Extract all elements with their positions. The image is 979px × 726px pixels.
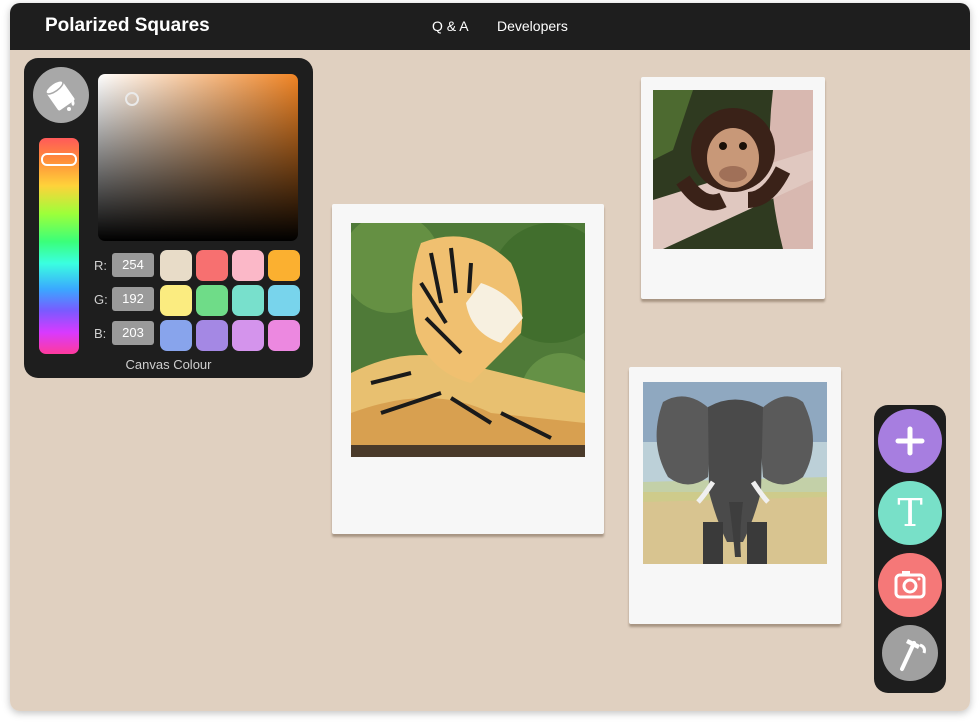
add-button[interactable] [878, 409, 942, 473]
red-input[interactable]: 254 [112, 253, 154, 277]
tool-sidebar: T [874, 405, 946, 693]
nav-link-qa[interactable]: Q & A [432, 18, 469, 34]
hammer-icon [900, 639, 926, 671]
color-swatch[interactable] [196, 250, 228, 281]
app-window: Polarized Squares Q & A Developers R: 25… [10, 3, 970, 711]
text-button[interactable]: T [878, 481, 942, 545]
color-swatch[interactable] [268, 320, 300, 351]
paint-bucket-icon[interactable] [33, 67, 89, 123]
nav-link-developers[interactable]: Developers [497, 18, 568, 34]
picker-caption: Canvas Colour [125, 357, 212, 372]
color-swatch[interactable] [268, 250, 300, 281]
canvas-area[interactable]: R: 254 G: 192 B: 203 Canvas Colour T [10, 50, 970, 711]
elephant-drawing [643, 382, 827, 564]
hue-slider[interactable] [39, 138, 79, 354]
color-swatch[interactable] [232, 285, 264, 316]
top-navbar: Polarized Squares Q & A Developers [10, 3, 970, 50]
chimpanzee-drawing [653, 90, 813, 249]
polaroid-photo [351, 223, 585, 457]
green-input[interactable]: 192 [112, 287, 154, 311]
hue-slider-handle[interactable] [41, 153, 77, 166]
color-swatch[interactable] [160, 285, 192, 316]
polaroid-card[interactable] [332, 204, 604, 534]
hammer-button[interactable] [882, 625, 938, 681]
tiger-drawing [351, 223, 585, 457]
polaroid-photo [653, 90, 813, 249]
plus-icon [895, 426, 925, 456]
color-swatch[interactable] [232, 250, 264, 281]
red-label: R: [94, 258, 107, 273]
color-swatch[interactable] [196, 285, 228, 316]
color-swatch[interactable] [160, 320, 192, 351]
polaroid-card[interactable] [629, 367, 841, 624]
saturation-value-area[interactable] [98, 74, 298, 241]
color-swatch[interactable] [160, 250, 192, 281]
color-picker-panel: R: 254 G: 192 B: 203 Canvas Colour [24, 58, 313, 378]
green-label: G: [94, 292, 108, 307]
blue-label: B: [94, 326, 107, 341]
text-icon: T [897, 491, 923, 535]
photo-button[interactable] [878, 553, 942, 617]
blue-input[interactable]: 203 [112, 321, 154, 345]
polaroid-card[interactable] [641, 77, 825, 299]
brand-title[interactable]: Polarized Squares [45, 15, 210, 37]
color-swatch[interactable] [196, 320, 228, 351]
saturation-value-handle[interactable] [125, 92, 139, 106]
color-swatch[interactable] [232, 320, 264, 351]
color-swatch[interactable] [268, 285, 300, 316]
polaroid-photo [643, 382, 827, 564]
camera-icon [894, 571, 926, 599]
